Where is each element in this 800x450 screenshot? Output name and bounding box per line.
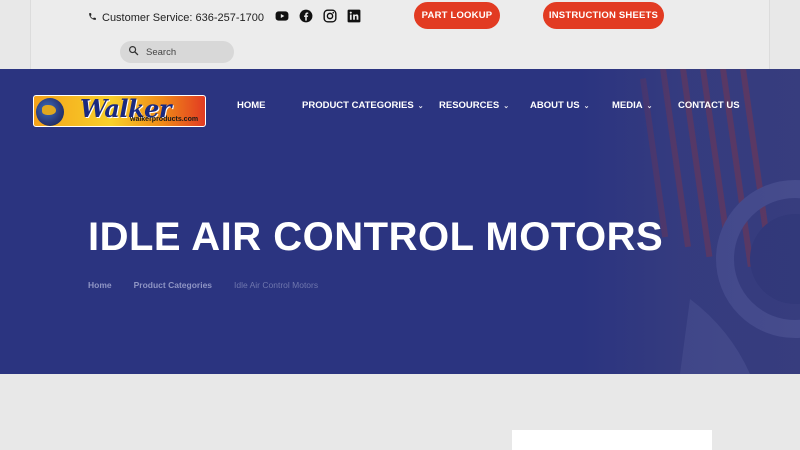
nav-item-label: PRODUCT CATEGORIES xyxy=(302,100,414,111)
chevron-down-icon: ⌄ xyxy=(583,102,590,110)
breadcrumb-home[interactable]: Home xyxy=(88,280,112,290)
search-input[interactable] xyxy=(146,46,226,58)
phone-icon xyxy=(88,12,97,24)
linkedin-icon[interactable] xyxy=(347,9,361,23)
breadcrumb: Home Product Categories Idle Air Control… xyxy=(88,280,318,290)
nav-item-home[interactable]: HOME xyxy=(237,100,266,111)
nav-item-label: MEDIA xyxy=(612,100,643,111)
nav-item-product-categories[interactable]: PRODUCT CATEGORIES ⌄ xyxy=(302,100,424,111)
page-title: IDLE AIR CONTROL MOTORS xyxy=(88,215,664,259)
search-icon xyxy=(128,43,139,61)
nav-item-about-us[interactable]: ABOUT US ⌄ xyxy=(530,100,590,111)
nav-item-resources[interactable]: RESOURCES ⌄ xyxy=(439,100,509,111)
nav-item-label: ABOUT US xyxy=(530,100,580,111)
phone-text: Customer Service: 636-257-1700 xyxy=(102,12,265,24)
nav-item-contact-us[interactable]: CONTACT US xyxy=(678,100,740,111)
sidebar-card xyxy=(512,430,712,450)
nav-item-label: RESOURCES xyxy=(439,100,500,111)
breadcrumb-current: Idle Air Control Motors xyxy=(234,280,319,290)
youtube-icon[interactable] xyxy=(275,9,289,23)
page: Customer Service: 636-257-1700 PART LOOK… xyxy=(0,0,800,450)
top-bar: Customer Service: 636-257-1700 PART LOOK… xyxy=(0,0,800,69)
main-nav: HOME PRODUCT CATEGORIES ⌄ RESOURCES ⌄ AB… xyxy=(0,100,800,114)
nav-item-label: HOME xyxy=(237,100,266,111)
facebook-icon[interactable] xyxy=(299,9,313,23)
nav-item-label: CONTACT US xyxy=(678,100,740,111)
social-links xyxy=(275,9,361,23)
part-lookup-button[interactable]: PART LOOKUP xyxy=(414,2,500,29)
chevron-down-icon: ⌄ xyxy=(503,102,510,110)
logo-url: walkerproducts.com xyxy=(130,116,199,123)
chevron-down-icon: ⌄ xyxy=(646,102,653,110)
instagram-icon[interactable] xyxy=(323,9,337,23)
search-box xyxy=(120,41,234,63)
chevron-down-icon: ⌄ xyxy=(417,102,424,110)
customer-service-phone[interactable]: Customer Service: 636-257-1700 xyxy=(88,12,264,24)
breadcrumb-product-categories[interactable]: Product Categories xyxy=(134,280,212,290)
nav-item-media[interactable]: MEDIA ⌄ xyxy=(612,100,653,111)
instruction-sheets-button[interactable]: INSTRUCTION SHEETS xyxy=(543,2,664,29)
hero-banner: Walker walkerproducts.com HOME PRODUCT C… xyxy=(0,69,800,374)
